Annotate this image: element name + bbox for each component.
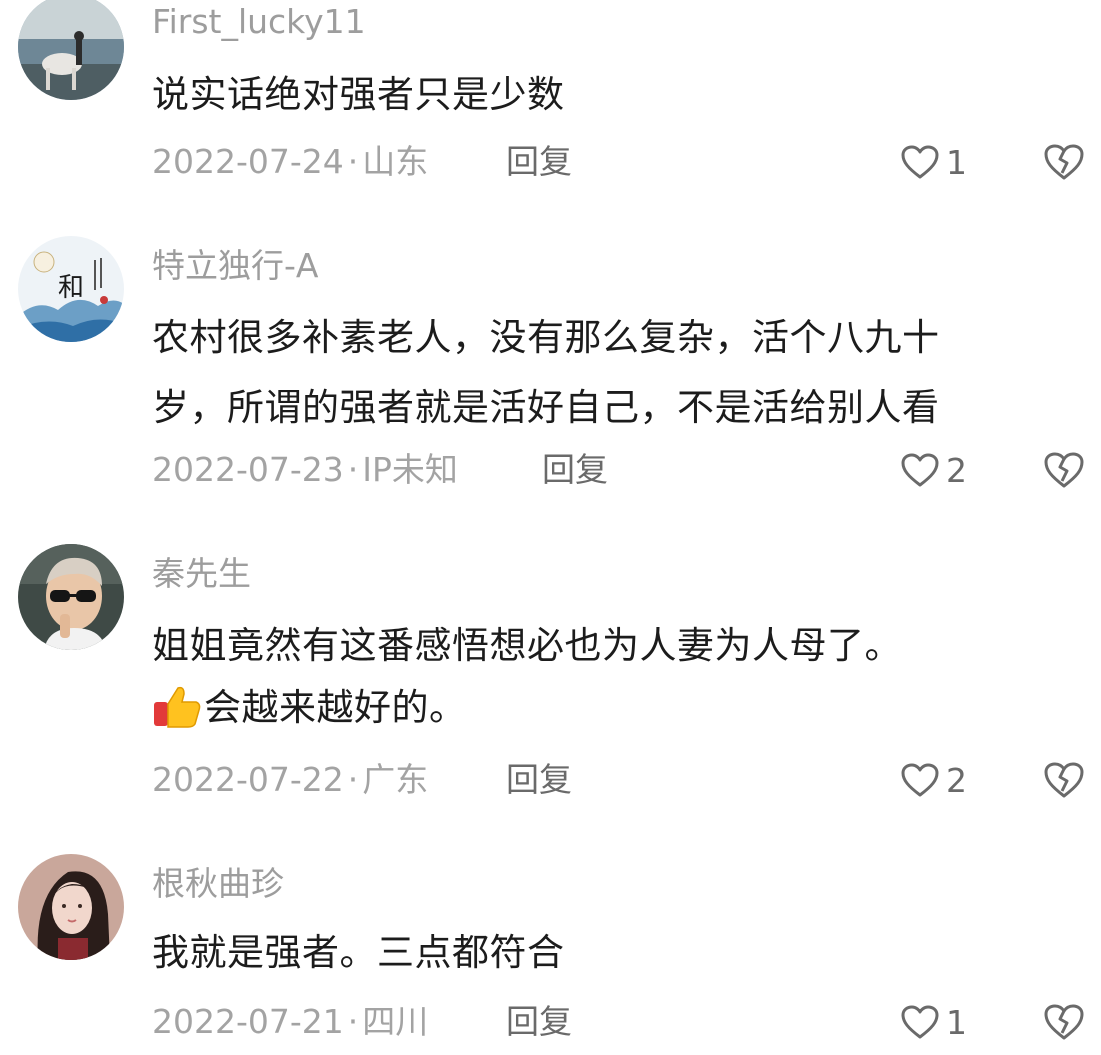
comment-date: 2022-07-21 (152, 1002, 344, 1041)
svg-text:和: 和 (58, 273, 84, 303)
comment-line: 岁，所谓的强者就是活好自己，不是活给别人看 (152, 386, 940, 429)
like-count: 1 (946, 142, 967, 182)
comment-location: 四川 (362, 1002, 429, 1041)
comment-item: 秦先生 姐姐竟然有这番感悟想必也为人妻为人母了。 会越来越好的。 2022-07… (0, 540, 1101, 810)
reply-button[interactable]: 回复 (506, 142, 572, 182)
avatar[interactable] (18, 854, 124, 960)
comment-line: 说实话绝对强者只是少数 (152, 73, 565, 116)
username[interactable]: 特立独行-A (152, 246, 318, 286)
broken-heart-icon (1044, 452, 1084, 488)
meta-separator: · (347, 1002, 359, 1041)
comment-date: 2022-07-22 (152, 760, 344, 799)
comment-meta: 2022-07-22 · 广东 (152, 760, 428, 800)
comment-meta: 2022-07-21 · 四川 (152, 1002, 428, 1042)
reply-button[interactable]: 回复 (542, 450, 608, 490)
comment-text: 说实话绝对强者只是少数 (152, 71, 1097, 121)
comment-line: 我就是强者。三点都符合 (152, 931, 565, 974)
meta-separator: · (347, 142, 359, 181)
comment-text: 姐姐竟然有这番感悟想必也为人妻为人母了。 会越来越好的。 (152, 622, 1097, 734)
username[interactable]: First_lucky11 (152, 2, 366, 42)
comment-line: 会越来越好的。 (204, 686, 467, 729)
meta-separator: · (347, 760, 359, 799)
like-button[interactable]: 2 (900, 760, 967, 800)
comment-item: 和 特立独行-A 农村很多补素老人，没有那么复杂，活个八九十 岁，所谓的强者就是… (0, 230, 1101, 500)
dislike-button[interactable] (1042, 1002, 1086, 1042)
like-button[interactable]: 1 (900, 1002, 967, 1042)
comment-location: 山东 (362, 142, 429, 181)
like-count: 2 (946, 760, 967, 800)
comment-text: 农村很多补素老人，没有那么复杂，活个八九十 岁，所谓的强者就是活好自己，不是活给… (152, 314, 1097, 434)
comment-location: 广东 (362, 760, 429, 799)
comment-line: 姐姐竟然有这番感悟想必也为人妻为人母了。 (152, 624, 902, 667)
comment-location: IP未知 (362, 450, 458, 489)
comment-date: 2022-07-23 (152, 450, 344, 489)
comment-item: First_lucky11 说实话绝对强者只是少数 2022-07-24 · 山东 … (0, 0, 1101, 210)
dislike-button[interactable] (1042, 142, 1086, 182)
comment-text: 我就是强者。三点都符合 (152, 929, 1097, 979)
avatar[interactable] (18, 544, 124, 650)
heart-outline-icon (901, 453, 939, 487)
comment-line: 农村很多补素老人，没有那么复杂，活个八九十 (152, 316, 940, 359)
like-button[interactable]: 2 (900, 450, 967, 490)
comment-meta: 2022-07-23 · IP未知 (152, 450, 458, 490)
reply-button[interactable]: 回复 (506, 1002, 572, 1042)
comment-line-with-emoji: 会越来越好的。 (152, 684, 1097, 734)
dislike-button[interactable] (1042, 450, 1086, 490)
like-count: 1 (946, 1002, 967, 1042)
reply-button[interactable]: 回复 (506, 760, 572, 800)
thumbs-up-emoji (154, 686, 201, 728)
avatar[interactable] (18, 0, 124, 100)
comment-item: 根秋曲珍 我就是强者。三点都符合 2022-07-21 · 四川 回复 1 (0, 850, 1101, 1055)
broken-heart-icon (1044, 144, 1084, 180)
meta-separator: · (347, 450, 359, 489)
heart-outline-icon (901, 145, 939, 179)
heart-outline-icon (901, 1005, 939, 1039)
broken-heart-icon (1044, 1004, 1084, 1040)
username[interactable]: 根秋曲珍 (152, 864, 284, 904)
comment-date: 2022-07-24 (152, 142, 344, 181)
like-button[interactable]: 1 (900, 142, 967, 182)
username[interactable]: 秦先生 (152, 554, 251, 594)
broken-heart-icon (1044, 762, 1084, 798)
avatar[interactable]: 和 (18, 236, 124, 342)
heart-outline-icon (901, 763, 939, 797)
like-count: 2 (946, 450, 967, 490)
dislike-button[interactable] (1042, 760, 1086, 800)
comment-meta: 2022-07-24 · 山东 (152, 142, 428, 182)
